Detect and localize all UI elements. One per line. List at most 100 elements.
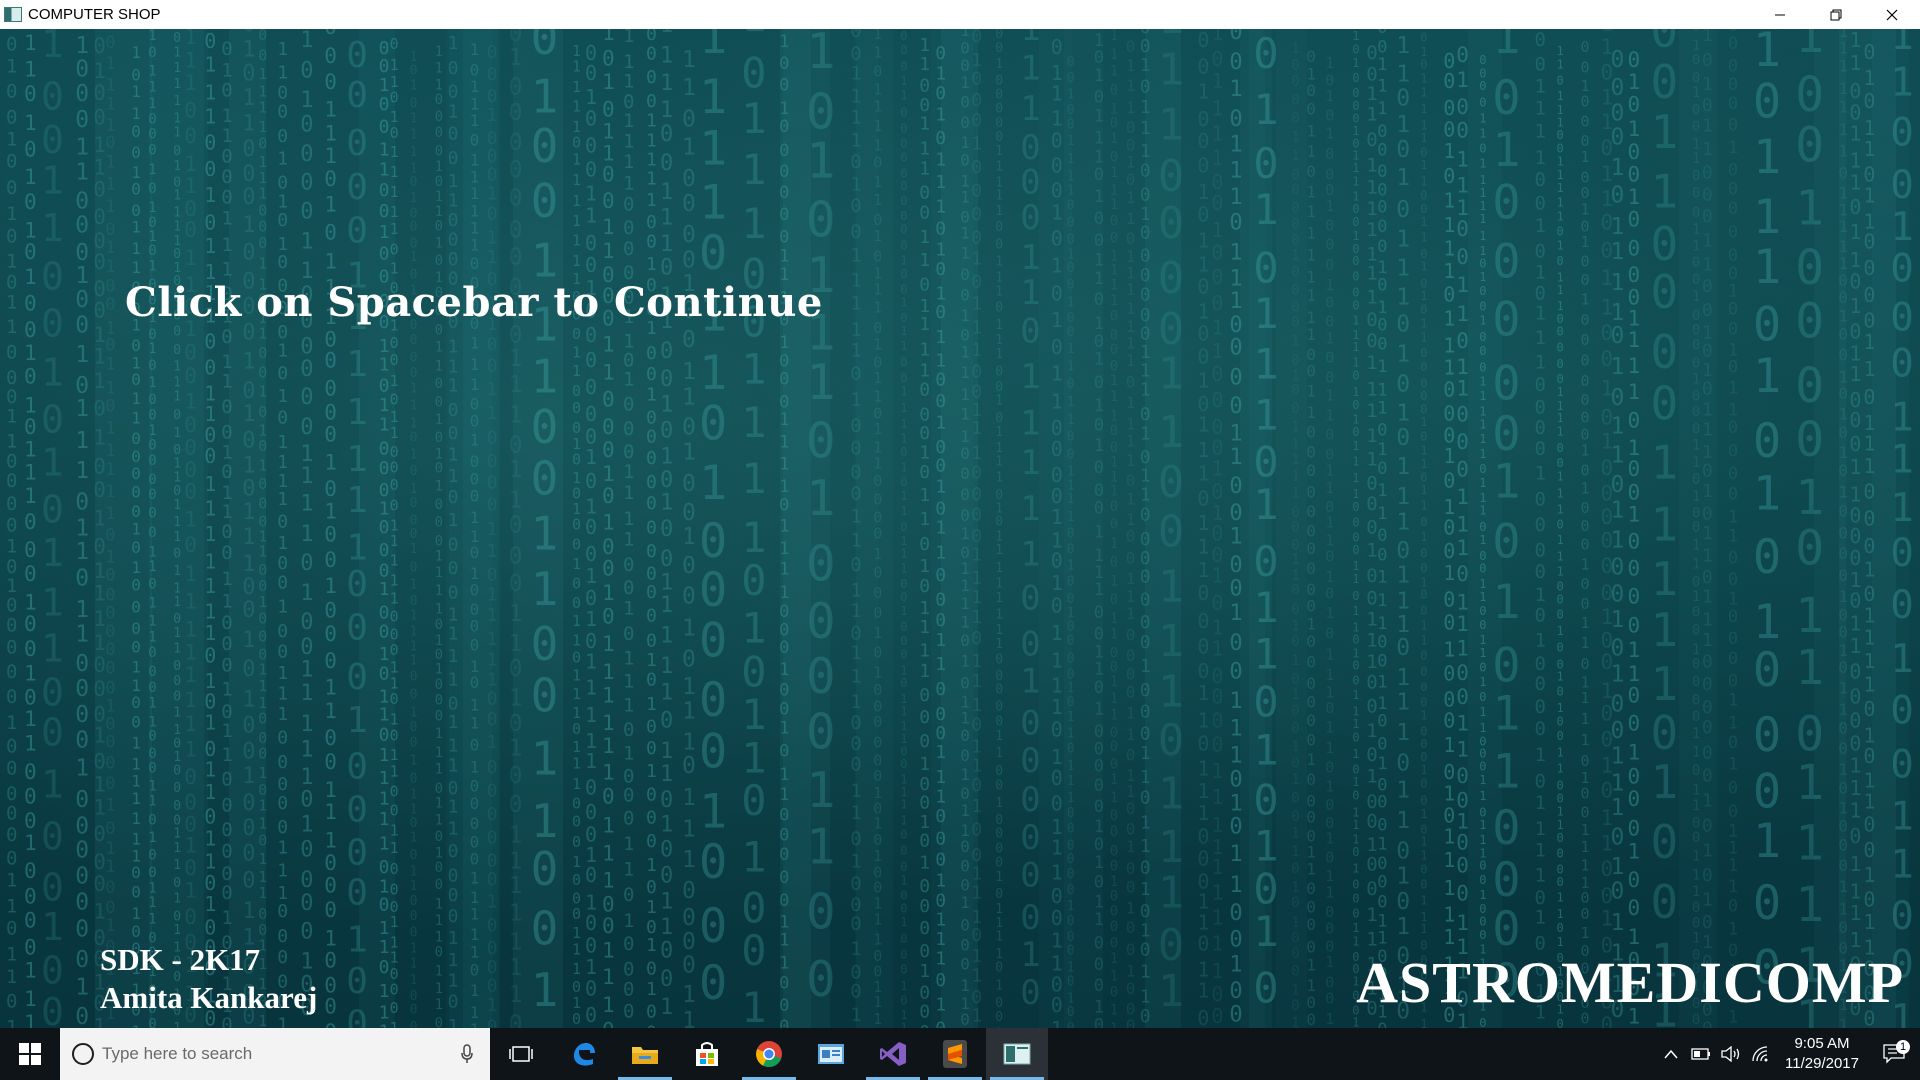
svg-text:1: 1 — [221, 60, 232, 82]
svg-text:1: 1 — [390, 108, 399, 126]
svg-text:1: 1 — [1849, 455, 1861, 479]
svg-text:1: 1 — [1651, 497, 1679, 551]
svg-text:0: 0 — [1492, 853, 1520, 908]
svg-text:1: 1 — [346, 919, 368, 960]
svg-text:0: 0 — [41, 75, 64, 119]
search-box[interactable]: Type here to search — [60, 1028, 490, 1080]
splash-screen[interactable]: 0010010010101100011000010100000100000011… — [0, 29, 1920, 1028]
svg-text:1: 1 — [1581, 148, 1590, 166]
svg-text:1: 1 — [1838, 678, 1848, 697]
svg-text:0: 0 — [1535, 887, 1546, 909]
taskbar-store[interactable] — [676, 1028, 738, 1080]
svg-text:0: 0 — [1366, 472, 1377, 494]
svg-text:1: 1 — [919, 485, 930, 506]
title-bar[interactable]: COMPUTER SHOP — [0, 0, 1920, 29]
svg-text:1: 1 — [1291, 468, 1299, 484]
svg-text:1: 1 — [204, 827, 216, 851]
svg-text:1: 1 — [1601, 295, 1614, 319]
taskbar-sublime-text[interactable] — [924, 1028, 986, 1080]
svg-text:1: 1 — [995, 796, 1003, 811]
task-view-button[interactable] — [490, 1028, 552, 1080]
svg-text:0: 0 — [448, 534, 459, 555]
taskbar-computer-shop[interactable] — [986, 1028, 1048, 1080]
svg-text:0: 0 — [346, 35, 368, 76]
taskbar-visual-studio[interactable] — [862, 1028, 924, 1080]
svg-text:1: 1 — [602, 813, 615, 837]
svg-text:1: 1 — [105, 378, 115, 398]
svg-text:0: 0 — [1110, 554, 1118, 570]
svg-text:0: 0 — [509, 656, 523, 682]
svg-text:1: 1 — [448, 190, 459, 211]
svg-text:1: 1 — [960, 306, 970, 325]
svg-text:0: 0 — [1557, 580, 1564, 594]
svg-text:1: 1 — [1352, 805, 1359, 819]
taskbar-chrome[interactable] — [738, 1028, 800, 1080]
svg-text:1: 1 — [258, 169, 267, 187]
close-button[interactable] — [1864, 0, 1920, 29]
svg-text:0: 0 — [487, 86, 498, 107]
svg-text:1: 1 — [1863, 673, 1875, 697]
taskbar-edge[interactable] — [552, 1028, 614, 1080]
svg-text:1: 1 — [1094, 436, 1104, 456]
wifi-button[interactable] — [1746, 1046, 1776, 1062]
svg-text:0: 0 — [602, 556, 615, 580]
battery-button[interactable] — [1686, 1048, 1716, 1060]
svg-text:0: 0 — [779, 1017, 789, 1028]
svg-text:0: 0 — [242, 598, 255, 623]
svg-text:1: 1 — [487, 995, 498, 1016]
svg-text:1: 1 — [1140, 55, 1151, 76]
svg-text:1: 1 — [1601, 376, 1614, 400]
svg-text:0: 0 — [1492, 514, 1520, 569]
svg-text:1: 1 — [470, 508, 480, 527]
svg-text:1: 1 — [682, 1008, 696, 1028]
svg-text:0: 0 — [131, 143, 141, 162]
svg-text:0: 0 — [410, 1020, 418, 1028]
svg-text:1: 1 — [1197, 412, 1209, 436]
svg-text:0: 0 — [995, 116, 1003, 131]
svg-text:1: 1 — [435, 548, 443, 564]
restore-button[interactable] — [1808, 0, 1864, 29]
svg-text:1: 1 — [1067, 774, 1075, 789]
svg-text:1: 1 — [919, 556, 930, 577]
svg-text:1: 1 — [1051, 928, 1063, 952]
taskbar-file-explorer[interactable] — [614, 1028, 676, 1080]
svg-text:1: 1 — [935, 149, 946, 170]
show-hidden-icons-button[interactable] — [1656, 1049, 1686, 1059]
clock[interactable]: 9:05 AM 11/29/2017 — [1776, 1034, 1868, 1074]
svg-text:0: 0 — [806, 883, 836, 940]
svg-text:0: 0 — [1110, 308, 1118, 324]
svg-text:1: 1 — [1325, 883, 1334, 901]
svg-text:1: 1 — [1557, 399, 1564, 413]
svg-text:1: 1 — [960, 559, 970, 578]
action-center-button[interactable]: 1 — [1868, 1040, 1920, 1064]
svg-text:0: 0 — [470, 794, 480, 813]
start-button[interactable] — [0, 1028, 60, 1080]
svg-text:1: 1 — [1702, 400, 1713, 421]
svg-text:1: 1 — [935, 105, 946, 126]
svg-text:0: 0 — [1702, 1019, 1713, 1028]
svg-text:1: 1 — [1094, 129, 1104, 149]
svg-text:0: 0 — [1728, 570, 1738, 590]
svg-text:0: 0 — [1557, 714, 1564, 728]
svg-text:1: 1 — [1067, 606, 1075, 621]
svg-text:1: 1 — [1890, 842, 1913, 887]
svg-text:1: 1 — [470, 714, 480, 733]
svg-text:0: 0 — [900, 648, 907, 662]
svg-text:0: 0 — [1291, 538, 1299, 554]
taskbar-control-panel[interactable] — [800, 1028, 862, 1080]
volume-button[interactable] — [1716, 1046, 1746, 1062]
svg-text:0: 0 — [148, 645, 156, 661]
svg-text:1: 1 — [1420, 893, 1427, 907]
svg-text:1: 1 — [1067, 87, 1075, 102]
svg-text:0: 0 — [221, 863, 232, 885]
microphone-icon[interactable] — [460, 1044, 474, 1064]
svg-text:0: 0 — [1753, 643, 1781, 698]
svg-text:0: 0 — [324, 974, 337, 998]
svg-text:0: 0 — [324, 851, 337, 875]
svg-text:0: 0 — [623, 958, 634, 980]
minimize-button[interactable] — [1752, 0, 1808, 29]
svg-text:1: 1 — [1229, 601, 1242, 626]
svg-text:0: 0 — [1692, 103, 1700, 119]
svg-text:0: 0 — [1728, 179, 1738, 199]
svg-text:1: 1 — [1067, 992, 1075, 1007]
